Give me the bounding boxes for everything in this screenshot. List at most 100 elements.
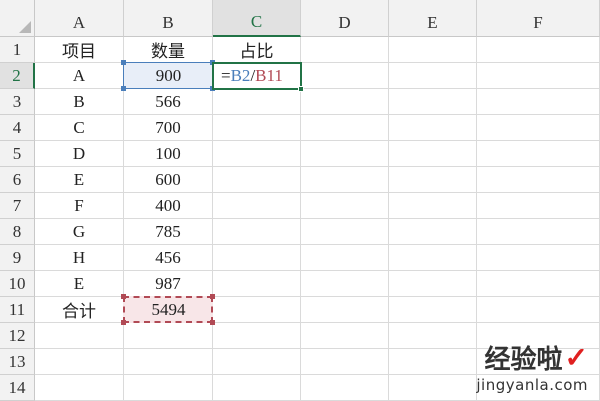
cell-b12[interactable] bbox=[124, 323, 213, 349]
cell-d13[interactable] bbox=[301, 349, 389, 375]
column-header-a[interactable]: A bbox=[35, 0, 124, 37]
cell-c3[interactable] bbox=[213, 89, 301, 115]
cell-e12[interactable] bbox=[389, 323, 477, 349]
column-header-e[interactable]: E bbox=[389, 0, 477, 37]
cell-b4[interactable]: 700 bbox=[124, 115, 213, 141]
cell-a5[interactable]: D bbox=[35, 141, 124, 167]
cell-a8[interactable]: G bbox=[35, 219, 124, 245]
cell-d9[interactable] bbox=[301, 245, 389, 271]
cell-f10[interactable] bbox=[477, 271, 600, 297]
cell-c12[interactable] bbox=[213, 323, 301, 349]
cell-b8[interactable]: 785 bbox=[124, 219, 213, 245]
cell-c13[interactable] bbox=[213, 349, 301, 375]
cell-c6[interactable] bbox=[213, 167, 301, 193]
cell-e4[interactable] bbox=[389, 115, 477, 141]
cell-f7[interactable] bbox=[477, 193, 600, 219]
formula-text[interactable]: = B2/B11 bbox=[213, 63, 301, 89]
cell-f2[interactable] bbox=[477, 63, 600, 89]
column-header-d[interactable]: D bbox=[301, 0, 389, 37]
cell-a12[interactable] bbox=[35, 323, 124, 349]
cell-f8[interactable] bbox=[477, 219, 600, 245]
cell-f5[interactable] bbox=[477, 141, 600, 167]
row-header-1[interactable]: 1 bbox=[0, 37, 35, 63]
cell-c14[interactable] bbox=[213, 375, 301, 401]
cell-e11[interactable] bbox=[389, 297, 477, 323]
cell-a3[interactable]: B bbox=[35, 89, 124, 115]
row-header-6[interactable]: 6 bbox=[0, 167, 35, 193]
b11-resize-handle-bl[interactable] bbox=[121, 320, 126, 325]
cell-f1[interactable] bbox=[477, 37, 600, 63]
cell-c8[interactable] bbox=[213, 219, 301, 245]
cell-f4[interactable] bbox=[477, 115, 600, 141]
cell-f9[interactable] bbox=[477, 245, 600, 271]
row-header-3[interactable]: 3 bbox=[0, 89, 35, 115]
cell-a13[interactable] bbox=[35, 349, 124, 375]
cell-e3[interactable] bbox=[389, 89, 477, 115]
cell-c9[interactable] bbox=[213, 245, 301, 271]
row-header-9[interactable]: 9 bbox=[0, 245, 35, 271]
cell-e1[interactable] bbox=[389, 37, 477, 63]
select-all-corner[interactable] bbox=[0, 0, 35, 37]
row-header-5[interactable]: 5 bbox=[0, 141, 35, 167]
cell-f3[interactable] bbox=[477, 89, 600, 115]
cell-e6[interactable] bbox=[389, 167, 477, 193]
row-header-12[interactable]: 12 bbox=[0, 323, 35, 349]
cell-c10[interactable] bbox=[213, 271, 301, 297]
cell-c5[interactable] bbox=[213, 141, 301, 167]
cell-f6[interactable] bbox=[477, 167, 600, 193]
cell-a14[interactable] bbox=[35, 375, 124, 401]
cell-e10[interactable] bbox=[389, 271, 477, 297]
cell-b5[interactable]: 100 bbox=[124, 141, 213, 167]
cell-d14[interactable] bbox=[301, 375, 389, 401]
b11-resize-handle-tl[interactable] bbox=[121, 294, 126, 299]
cell-a4[interactable]: C bbox=[35, 115, 124, 141]
cell-a11[interactable]: 合计 bbox=[35, 297, 124, 323]
cell-a6[interactable]: E bbox=[35, 167, 124, 193]
cell-d5[interactable] bbox=[301, 141, 389, 167]
row-header-7[interactable]: 7 bbox=[0, 193, 35, 219]
cell-b13[interactable] bbox=[124, 349, 213, 375]
cell-d7[interactable] bbox=[301, 193, 389, 219]
cell-e14[interactable] bbox=[389, 375, 477, 401]
row-header-14[interactable]: 14 bbox=[0, 375, 35, 401]
cell-d3[interactable] bbox=[301, 89, 389, 115]
cell-a7[interactable]: F bbox=[35, 193, 124, 219]
cell-b10[interactable]: 987 bbox=[124, 271, 213, 297]
cell-e7[interactable] bbox=[389, 193, 477, 219]
column-header-c[interactable]: C bbox=[213, 0, 301, 37]
cell-b3[interactable]: 566 bbox=[124, 89, 213, 115]
cell-d1[interactable] bbox=[301, 37, 389, 63]
row-header-4[interactable]: 4 bbox=[0, 115, 35, 141]
b2-resize-handle-tl[interactable] bbox=[121, 60, 126, 65]
row-header-8[interactable]: 8 bbox=[0, 219, 35, 245]
cell-a2[interactable]: A bbox=[35, 63, 124, 89]
b11-resize-handle-br[interactable] bbox=[210, 320, 215, 325]
cell-b6[interactable]: 600 bbox=[124, 167, 213, 193]
column-header-b[interactable]: B bbox=[124, 0, 213, 37]
cell-d12[interactable] bbox=[301, 323, 389, 349]
row-header-11[interactable]: 11 bbox=[0, 297, 35, 323]
cell-d11[interactable] bbox=[301, 297, 389, 323]
b11-resize-handle-tr[interactable] bbox=[210, 294, 215, 299]
column-header-f[interactable]: F bbox=[477, 0, 600, 37]
b2-resize-handle-bl[interactable] bbox=[121, 86, 126, 91]
cell-f11[interactable] bbox=[477, 297, 600, 323]
cell-d2[interactable] bbox=[301, 63, 389, 89]
fill-handle[interactable] bbox=[298, 86, 304, 92]
cell-d10[interactable] bbox=[301, 271, 389, 297]
cell-c1[interactable]: 占比 bbox=[213, 37, 301, 63]
cell-c4[interactable] bbox=[213, 115, 301, 141]
cell-b9[interactable]: 456 bbox=[124, 245, 213, 271]
cell-e9[interactable] bbox=[389, 245, 477, 271]
cell-b1[interactable]: 数量 bbox=[124, 37, 213, 63]
cell-e13[interactable] bbox=[389, 349, 477, 375]
cell-d4[interactable] bbox=[301, 115, 389, 141]
row-header-10[interactable]: 10 bbox=[0, 271, 35, 297]
cell-b14[interactable] bbox=[124, 375, 213, 401]
cell-b7[interactable]: 400 bbox=[124, 193, 213, 219]
cell-a9[interactable]: H bbox=[35, 245, 124, 271]
cell-d6[interactable] bbox=[301, 167, 389, 193]
cell-e5[interactable] bbox=[389, 141, 477, 167]
row-header-2[interactable]: 2 bbox=[0, 63, 35, 89]
cell-d8[interactable] bbox=[301, 219, 389, 245]
